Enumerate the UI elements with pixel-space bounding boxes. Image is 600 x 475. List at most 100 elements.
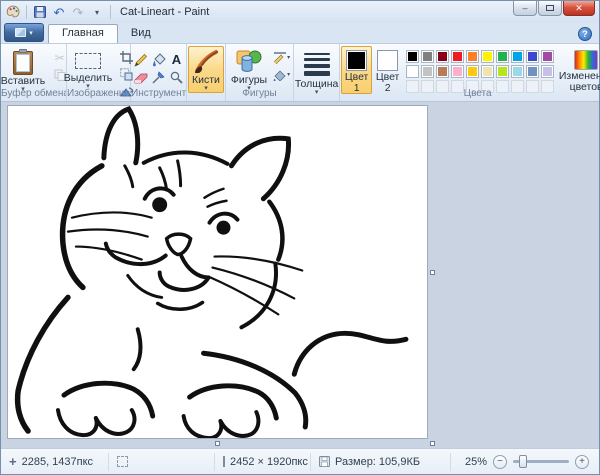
palette-color[interactable] (541, 65, 554, 78)
shape-outline-button[interactable]: ▾ (273, 50, 290, 65)
eraser-tool-button[interactable] (132, 69, 149, 86)
tab-home[interactable]: Главная (48, 24, 118, 43)
tab-view[interactable]: Вид (118, 24, 164, 43)
brush-icon (193, 49, 219, 74)
image-size-icon (223, 456, 225, 467)
magnifier-tool-button[interactable] (168, 69, 185, 86)
palette-color[interactable] (481, 65, 494, 78)
save-button[interactable] (32, 4, 48, 20)
color1-label: Цвет (345, 72, 369, 82)
zoom-slider-thumb[interactable] (519, 455, 527, 468)
palette-color[interactable] (526, 50, 539, 63)
select-button[interactable]: Выделить ▾ (60, 46, 116, 91)
fill-tool-button[interactable] (150, 51, 167, 68)
group-colors: Цвет 1 Цвет 2 Изменение цветов Цвета (340, 44, 600, 101)
close-button[interactable]: ✕ (563, 1, 595, 16)
palette-color[interactable] (436, 65, 449, 78)
window-controls: – ✕ (512, 1, 595, 16)
palette-color[interactable] (451, 65, 464, 78)
zoom-level-value: 25% (465, 456, 487, 468)
chevron-down-icon: ▾ (287, 71, 290, 78)
palette-color[interactable] (496, 65, 509, 78)
magnifier-icon (170, 71, 183, 84)
quick-access-toolbar: ↶ ↷ ▾ Cat-Lineart - Paint (5, 4, 209, 20)
palette-color[interactable] (406, 65, 419, 78)
selection-rectangle-icon (75, 53, 101, 69)
group-brushes: Кисти ▾ (187, 44, 226, 101)
paint-window: ↶ ↷ ▾ Cat-Lineart - Paint – ✕ ▾ Главная … (0, 0, 600, 475)
shapes-button[interactable]: Фигуры ▾ (227, 46, 271, 93)
paste-button[interactable]: Вставить ▾ (0, 46, 49, 94)
qat-customize-dropdown-icon[interactable]: ▾ (89, 4, 105, 20)
palette-color[interactable] (436, 50, 449, 63)
status-bar: + 2285, 1437пкс 2452 × 1920пкс Размер: 1… (1, 448, 599, 474)
palette-color[interactable] (466, 50, 479, 63)
minimize-button[interactable]: – (513, 1, 537, 16)
color-picker-tool-button[interactable] (150, 69, 167, 86)
disk-icon (319, 456, 330, 467)
palette-color[interactable] (421, 50, 434, 63)
app-menu-button[interactable]: ▾ (4, 23, 44, 42)
color2-button[interactable]: Цвет 2 (372, 46, 403, 94)
zoom-slider[interactable] (513, 460, 569, 463)
undo-button[interactable]: ↶ (51, 4, 67, 20)
palette-color[interactable] (421, 65, 434, 78)
edit-colors-button[interactable]: Изменение цветов (558, 46, 600, 93)
help-icon[interactable]: ? (578, 27, 592, 41)
brushes-button[interactable]: Кисти ▾ (188, 46, 224, 93)
redo-button[interactable]: ↷ (70, 4, 86, 20)
palette-color[interactable] (526, 65, 539, 78)
color2-label: Цвет (376, 72, 400, 82)
group-label-thickness (294, 88, 339, 101)
group-label-brushes (187, 88, 225, 101)
palette-color[interactable] (406, 50, 419, 63)
group-shapes: Фигуры ▾ ▾ ▾ (226, 44, 294, 101)
edit-colors-label-1: Изменение (559, 71, 600, 81)
canvas[interactable] (7, 105, 428, 439)
line-thickness-icon (304, 53, 330, 76)
palette-color[interactable] (481, 50, 494, 63)
eyedropper-icon (152, 71, 165, 84)
group-thickness: Толщина ▾ (294, 44, 340, 101)
title-bar: ↶ ↷ ▾ Cat-Lineart - Paint – ✕ (1, 1, 599, 23)
selection-size-icon (117, 456, 128, 467)
canvas-resize-handle-bottom[interactable] (215, 441, 220, 446)
palette-color[interactable] (541, 50, 554, 63)
pencil-icon (134, 53, 148, 67)
canvas-resize-handle-corner[interactable] (430, 441, 435, 446)
palette-color[interactable] (451, 50, 464, 63)
palette-color[interactable] (511, 50, 524, 63)
clipboard-icon (12, 49, 34, 75)
group-label-colors: Цвета (340, 88, 600, 101)
fill-bucket-icon (152, 53, 166, 67)
zoom-out-button[interactable]: − (493, 455, 507, 469)
group-tools: A (131, 44, 187, 101)
qat-separator (110, 5, 111, 19)
file-size-value: Размер: 105,9КБ (335, 456, 420, 468)
palette-color[interactable] (496, 50, 509, 63)
chevron-down-icon: ▾ (29, 29, 33, 37)
workspace (1, 102, 599, 448)
shapes-icon (236, 49, 262, 74)
color1-button[interactable]: Цвет 1 (341, 46, 372, 94)
canvas-resize-handle-right[interactable] (430, 270, 435, 275)
zoom-in-button[interactable]: + (575, 455, 589, 469)
maximize-icon (546, 5, 554, 11)
color2-swatch (377, 50, 398, 71)
fill-style-icon (273, 69, 287, 81)
window-title: Cat-Lineart - Paint (120, 6, 209, 18)
file-size-pane: Размер: 105,9КБ (311, 453, 451, 471)
shape-fill-button[interactable]: ▾ (273, 67, 290, 82)
maximize-button[interactable] (538, 1, 562, 16)
zoom-controls: 25% − + (465, 455, 599, 469)
eraser-icon (134, 72, 148, 84)
palette-color[interactable] (511, 65, 524, 78)
image-size-value: 2452 × 1920пкс (230, 456, 308, 468)
palette-color[interactable] (466, 65, 479, 78)
paint-app-icon[interactable] (5, 4, 21, 20)
group-clipboard: Вставить ▾ ✂ Буфер обмена (1, 44, 67, 101)
group-label-clipboard: Буфер обмена (1, 88, 66, 101)
pencil-tool-button[interactable] (132, 51, 149, 68)
image-size-pane: 2452 × 1920пкс (215, 453, 311, 471)
text-tool-button[interactable]: A (168, 51, 185, 68)
